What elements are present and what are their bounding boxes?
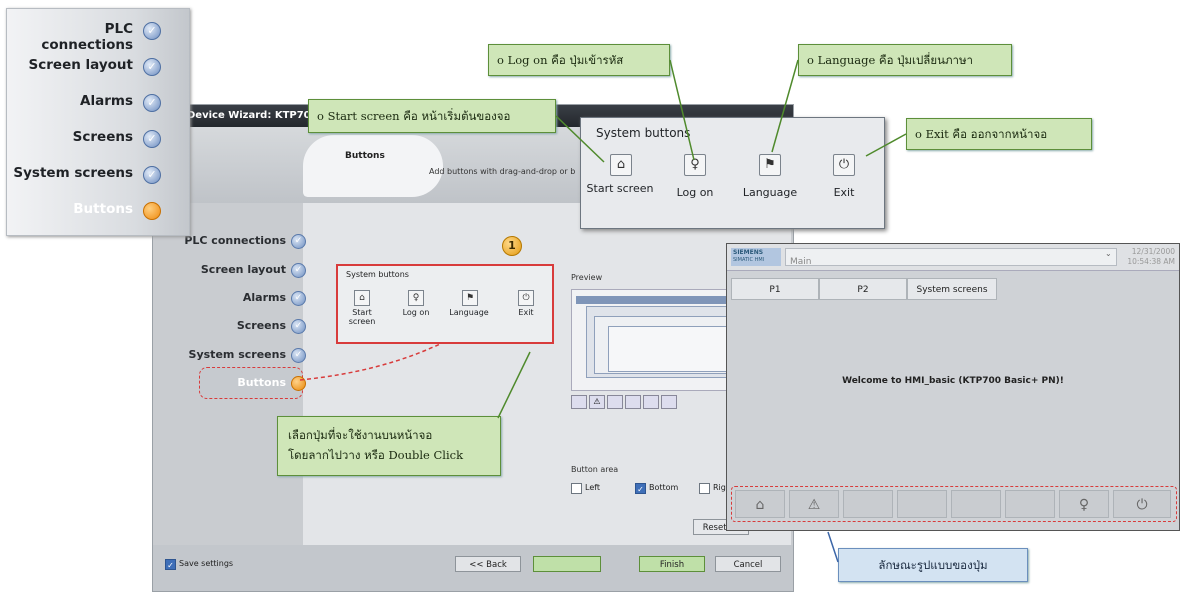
connector-start: [555, 115, 605, 163]
connector-exit: [865, 133, 907, 157]
connector-select: [497, 351, 531, 419]
connector-language: [771, 59, 799, 153]
connector-drag-path: [299, 343, 441, 381]
connector-lines: [299, 59, 907, 563]
connector-button-style: [827, 531, 839, 563]
connector-log-on: [669, 59, 695, 161]
